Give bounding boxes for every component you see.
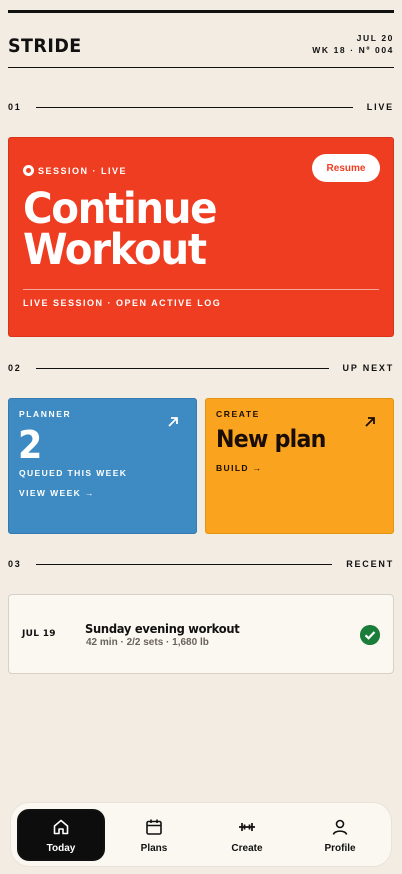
- section-divider: [35, 563, 333, 565]
- create-plan-tile[interactable]: CREATE New plan BUILD →: [205, 398, 394, 534]
- week-number: WK 18 · Nº 004: [312, 45, 394, 55]
- section-header-live: 01 LIVE: [8, 100, 394, 114]
- session-live-tag: SESSION · LIVE: [23, 165, 127, 176]
- app-header: STRIDE JUL 20 WK 18 · Nº 004: [8, 10, 394, 68]
- hero-title: Continue Workout: [23, 184, 217, 275]
- view-week-link[interactable]: VIEW WEEK →: [19, 488, 95, 498]
- section-number: 03: [8, 559, 22, 569]
- section-label: UP NEXT: [342, 363, 394, 373]
- recent-workout-item[interactable]: JUL 19 Sunday evening workout 42 min · 2…: [8, 594, 394, 674]
- section-label: LIVE: [366, 102, 394, 112]
- tab-plans[interactable]: Plans: [110, 809, 198, 861]
- workout-title: Sunday evening workout: [85, 621, 240, 636]
- build-link[interactable]: BUILD →: [216, 463, 263, 473]
- resume-button[interactable]: Resume: [312, 154, 380, 182]
- live-indicator-icon: [23, 165, 34, 176]
- section-divider: [35, 367, 329, 369]
- arrow-up-right-icon: [168, 417, 178, 427]
- section-number: 01: [8, 102, 22, 112]
- new-plan-title: New plan: [216, 425, 326, 453]
- section-number: 02: [8, 363, 22, 373]
- section-divider: [35, 106, 353, 108]
- tab-today[interactable]: Today: [17, 809, 105, 861]
- calendar-icon: [146, 819, 162, 835]
- user-icon: [332, 819, 348, 835]
- create-label: CREATE: [216, 409, 260, 419]
- tab-profile[interactable]: Profile: [296, 809, 384, 861]
- section-header-recent: 03 RECENT: [8, 557, 394, 571]
- tab-create[interactable]: Create: [203, 809, 291, 861]
- workout-date: JUL 19: [22, 629, 56, 639]
- queued-label: QUEUED THIS WEEK: [19, 468, 128, 478]
- planner-label: PLANNER: [19, 409, 72, 419]
- queued-count: 2: [18, 423, 43, 467]
- bottom-tab-bar: Today Plans Create Profile: [11, 803, 391, 866]
- date-block: JUL 20 WK 18 · Nº 004: [312, 32, 394, 56]
- hero-footer: LIVE SESSION · OPEN ACTIVE LOG: [23, 298, 222, 308]
- check-circle-icon: [360, 625, 380, 645]
- continue-workout-card[interactable]: SESSION · LIVE Resume Continue Workout L…: [8, 137, 394, 337]
- dumbbell-icon: [239, 823, 255, 831]
- arrow-up-right-icon: [365, 417, 375, 427]
- planner-tile[interactable]: PLANNER 2 QUEUED THIS WEEK VIEW WEEK →: [8, 398, 197, 534]
- section-header-up-next: 02 UP NEXT: [8, 361, 394, 375]
- hero-divider: [23, 289, 379, 290]
- current-date: JUL 20: [356, 33, 394, 43]
- section-label: RECENT: [346, 559, 394, 569]
- workout-stats: 42 min · 2/2 sets · 1,680 lb: [86, 637, 209, 648]
- brand-logo: STRIDE: [8, 35, 82, 57]
- home-icon: [53, 819, 69, 835]
